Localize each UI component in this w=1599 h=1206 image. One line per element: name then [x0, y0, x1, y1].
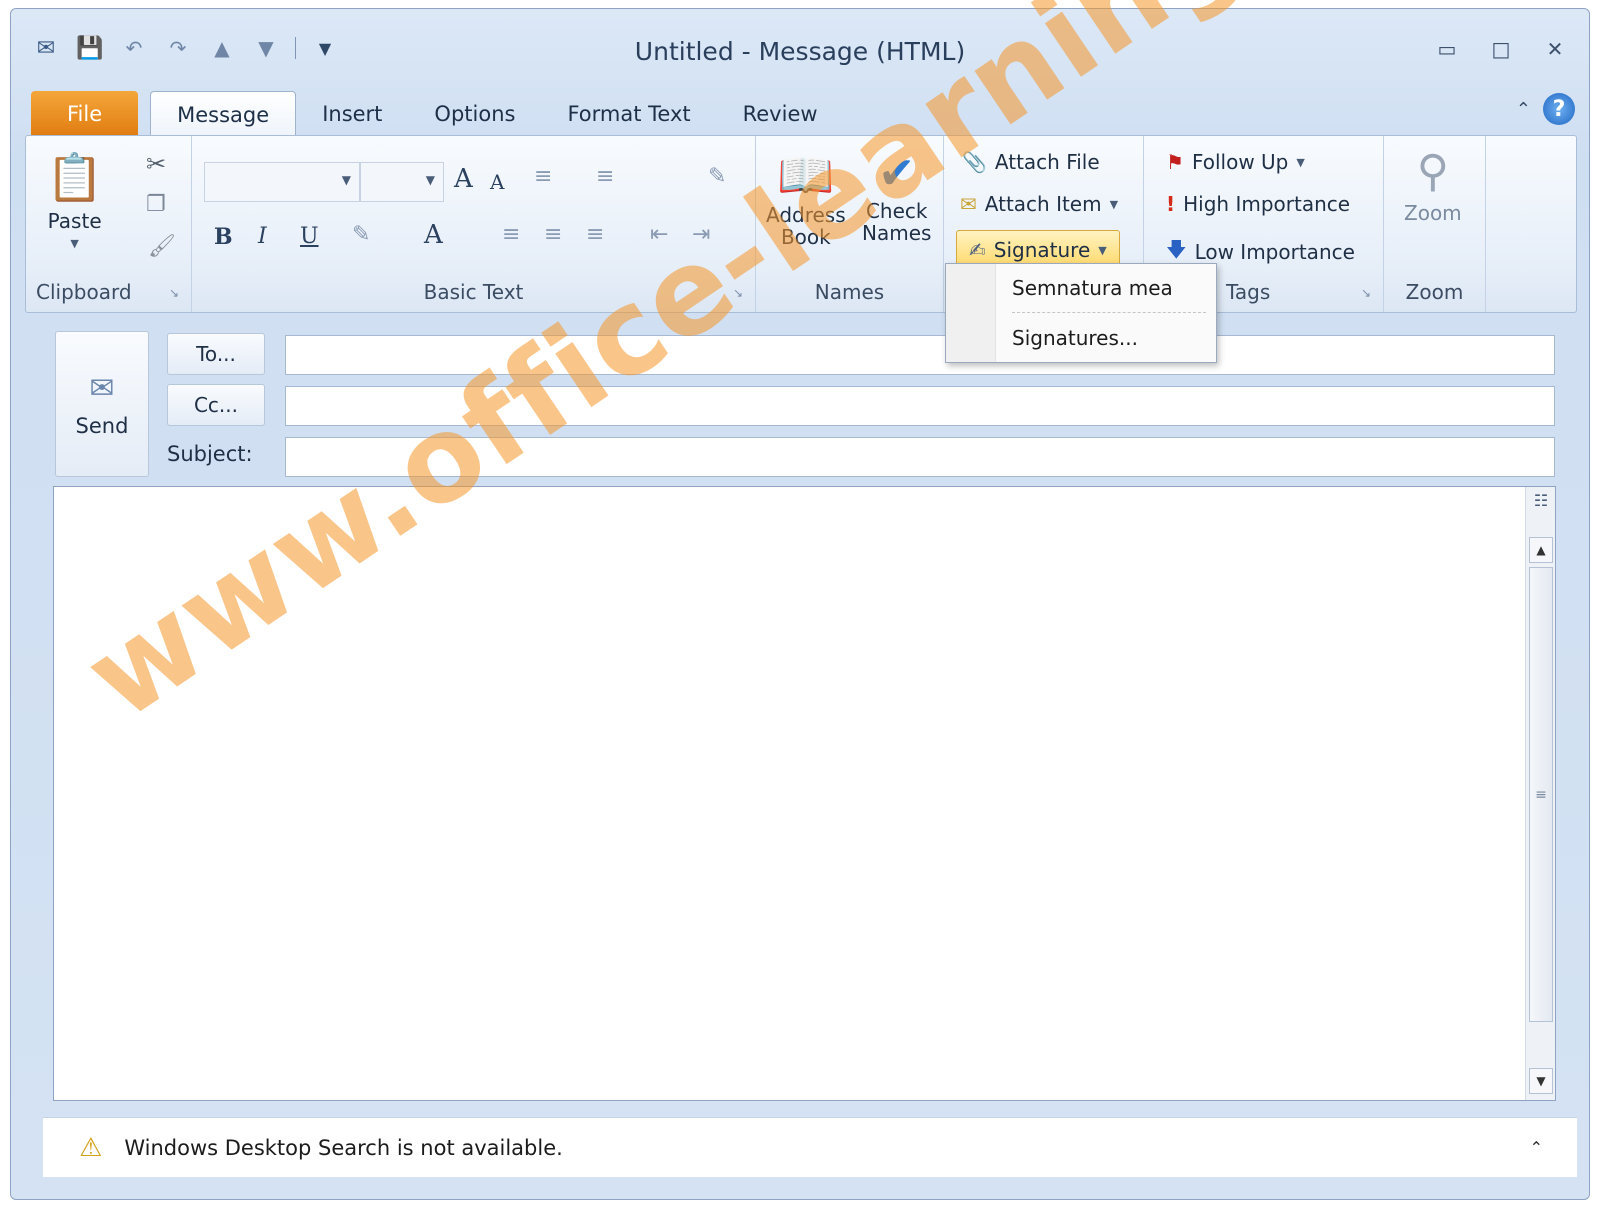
- window-title: Untitled - Message (HTML): [634, 37, 966, 66]
- font-color-button[interactable]: A: [424, 220, 443, 250]
- window-controls: ▭ □ ✕: [1433, 35, 1569, 63]
- cc-button[interactable]: Cc...: [167, 384, 265, 426]
- highlight-icon[interactable]: ✎: [352, 222, 370, 247]
- scroll-thumb[interactable]: ≡: [1529, 567, 1553, 1022]
- tags-launcher-icon[interactable]: ↘: [1361, 286, 1371, 300]
- maximize-icon[interactable]: □: [1487, 35, 1515, 63]
- increase-indent-icon[interactable]: ⇥: [692, 222, 710, 247]
- magnifier-icon: ⚲: [1416, 146, 1449, 197]
- tab-options[interactable]: Options: [408, 91, 541, 137]
- font-name-combo[interactable]: ▼: [204, 162, 360, 202]
- basic-text-launcher-icon[interactable]: ↘: [733, 286, 743, 300]
- check-names-button[interactable]: ✔ Check Names: [862, 148, 931, 245]
- tab-insert[interactable]: Insert: [296, 91, 408, 137]
- scroll-down-icon[interactable]: ▼: [1529, 1068, 1553, 1094]
- italic-button[interactable]: I: [258, 224, 267, 249]
- vertical-scrollbar[interactable]: ☷ ▲ ≡ ▼: [1525, 487, 1555, 1100]
- names-group-label: Names: [814, 280, 885, 304]
- cut-icon[interactable]: ✂: [146, 150, 166, 178]
- zoom-group: ⚲ Zoom Zoom: [1384, 136, 1486, 312]
- paste-icon: 📋: [46, 150, 104, 204]
- ribbon-right-controls: ⌃ ?: [1516, 93, 1575, 125]
- address-book-button[interactable]: 📖 Address Book: [766, 148, 846, 249]
- copy-icon[interactable]: ❐: [146, 192, 166, 217]
- bullets-icon[interactable]: ≡: [534, 164, 552, 189]
- close-icon[interactable]: ✕: [1541, 35, 1569, 63]
- styles-icon[interactable]: ✎: [708, 164, 726, 189]
- address-book-icon: 📖: [777, 148, 835, 202]
- zoom-group-label: Zoom: [1405, 280, 1464, 304]
- attach-item-button[interactable]: ✉ Attach Item ▼: [960, 192, 1118, 216]
- tab-review[interactable]: Review: [717, 91, 844, 137]
- decrease-indent-icon[interactable]: ⇤: [650, 222, 668, 247]
- follow-up-button[interactable]: ⚑ Follow Up ▼: [1166, 150, 1305, 174]
- warning-icon: ⚠: [79, 1132, 103, 1163]
- cc-field[interactable]: [285, 386, 1555, 426]
- align-right-icon[interactable]: ≡: [586, 222, 604, 247]
- send-envelope-icon: ✉: [89, 370, 115, 406]
- check-names-icon: ✔: [878, 148, 916, 199]
- status-bar: ⚠ Windows Desktop Search is not availabl…: [43, 1117, 1577, 1177]
- expand-status-icon[interactable]: ⌃: [1530, 1138, 1543, 1157]
- clipboard-group-label: Clipboard: [36, 280, 132, 304]
- follow-up-dropdown-icon: ▼: [1296, 155, 1305, 169]
- message-body-editor[interactable]: ☷ ▲ ≡ ▼: [53, 486, 1556, 1101]
- font-size-combo[interactable]: ▼: [360, 162, 444, 202]
- menu-separator: [1012, 312, 1206, 313]
- to-button[interactable]: To...: [167, 333, 265, 375]
- scroll-up-icon[interactable]: ▲: [1529, 537, 1553, 563]
- paste-button[interactable]: 📋 Paste ▼: [46, 150, 103, 250]
- tab-format-text[interactable]: Format Text: [541, 91, 716, 137]
- high-importance-button[interactable]: ! High Importance: [1166, 192, 1350, 216]
- flag-icon: ⚑: [1166, 150, 1184, 174]
- tab-message[interactable]: Message: [150, 91, 297, 137]
- basic-text-group-label: Basic Text: [423, 280, 524, 304]
- format-painter-icon[interactable]: 🖌: [148, 234, 176, 259]
- ribbon: 📋 Paste ▼ ✂ ❐ 🖌 Clipboard ↘ ▼ ▼ A A ≡ ≡ …: [25, 135, 1577, 313]
- ribbon-tabs: File Message Insert Options Format Text …: [31, 85, 844, 137]
- font-name-dropdown-icon: ▼: [341, 173, 351, 187]
- minimize-icon[interactable]: ▭: [1433, 35, 1461, 63]
- signature-dropdown-menu: Semnatura mea Signatures...: [945, 263, 1217, 363]
- ruler-toggle-icon[interactable]: ☷: [1530, 491, 1552, 531]
- high-importance-icon: !: [1166, 192, 1176, 216]
- attach-item-icon: ✉: [960, 192, 977, 216]
- clipboard-launcher-icon[interactable]: ↘: [169, 286, 179, 300]
- menu-item-semnatura-mea[interactable]: Semnatura mea: [1012, 276, 1173, 300]
- align-left-icon[interactable]: ≡: [502, 222, 520, 247]
- zoom-button[interactable]: ⚲ Zoom: [1404, 146, 1462, 225]
- paperclip-icon: 📎: [962, 150, 987, 174]
- outlook-message-window: ✉ 💾 ↶ ↷ ▲ ▼ ▼ Untitled - Message (HTML) …: [10, 8, 1590, 1200]
- attach-file-button[interactable]: 📎 Attach File: [962, 150, 1100, 174]
- to-field[interactable]: [285, 335, 1555, 375]
- attach-item-dropdown-icon: ▼: [1109, 197, 1119, 211]
- font-size-dropdown-icon: ▼: [425, 173, 435, 187]
- help-icon[interactable]: ?: [1543, 93, 1575, 125]
- bold-button[interactable]: B: [214, 224, 233, 250]
- title-bar: ✉ 💾 ↶ ↷ ▲ ▼ ▼ Untitled - Message (HTML) …: [11, 9, 1589, 85]
- grow-font-button[interactable]: A: [454, 164, 473, 194]
- signature-dropdown-icon: ▼: [1098, 243, 1107, 257]
- align-center-icon[interactable]: ≡: [544, 222, 562, 247]
- shrink-font-button[interactable]: A: [490, 170, 504, 194]
- paste-dropdown-icon: ▼: [70, 237, 79, 250]
- status-message: Windows Desktop Search is not available.: [124, 1135, 563, 1160]
- underline-button[interactable]: U: [300, 224, 319, 249]
- numbering-icon[interactable]: ≡: [596, 164, 614, 189]
- tab-file[interactable]: File: [31, 91, 139, 137]
- subject-label: Subject:: [167, 442, 253, 466]
- clipboard-group: 📋 Paste ▼ ✂ ❐ 🖌 Clipboard ↘: [26, 136, 192, 312]
- send-button[interactable]: ✉ Send: [55, 331, 149, 477]
- menu-gutter: [946, 264, 996, 362]
- basic-text-group: ▼ ▼ A A ≡ ≡ ✎ B I U ✎ A ≡ ≡ ≡ ⇤ ⇥ Basic …: [192, 136, 756, 312]
- minimize-ribbon-icon[interactable]: ⌃: [1516, 99, 1531, 120]
- signature-icon: ✍: [969, 238, 986, 262]
- names-group: 📖 Address Book ✔ Check Names Names: [756, 136, 944, 312]
- subject-field[interactable]: [285, 437, 1555, 477]
- menu-item-signatures[interactable]: Signatures...: [1012, 326, 1138, 350]
